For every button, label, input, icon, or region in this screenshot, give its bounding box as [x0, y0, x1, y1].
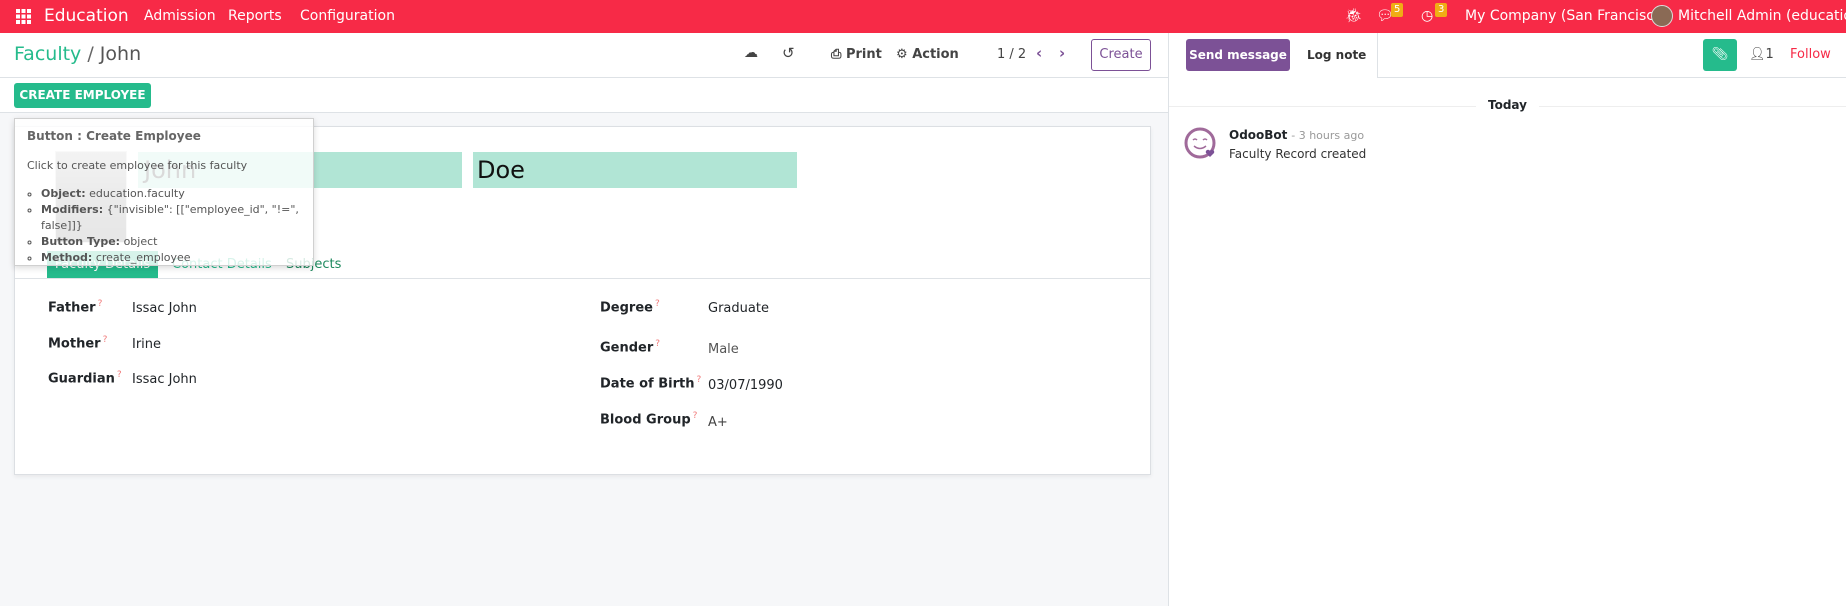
activities-clock-icon[interactable]: ◷	[1421, 0, 1433, 33]
help-icon: ?	[696, 375, 702, 385]
tooltip-item: Method: create_employee	[41, 250, 301, 266]
printer-icon: ⎙	[831, 47, 842, 62]
breadcrumb-faculty[interactable]: Faculty	[14, 43, 81, 65]
degree-label: Degree?	[600, 299, 660, 316]
followers-count: 1	[1765, 47, 1774, 62]
follow-button[interactable]: Follow	[1790, 47, 1831, 62]
followers-button[interactable]: 👤︎1	[1749, 47, 1774, 62]
save-cloud-icon[interactable]: ☁	[744, 45, 758, 61]
debug-bug-icon[interactable]: 🐞︎	[1345, 0, 1363, 33]
messages-badge: 5	[1391, 3, 1404, 17]
pager-next-icon[interactable]: ›	[1059, 44, 1065, 62]
menu-configuration[interactable]: Configuration	[300, 0, 395, 33]
apps-menu-icon[interactable]	[16, 9, 31, 24]
degree-value[interactable]: Graduate	[708, 301, 769, 316]
breadcrumb-current: John	[99, 43, 142, 65]
print-label: Print	[845, 47, 882, 62]
father-value[interactable]: Issac John	[132, 301, 197, 316]
activities-badge: 3	[1435, 3, 1448, 17]
menu-reports[interactable]: Reports	[228, 0, 282, 33]
father-label: Father?	[48, 299, 103, 316]
action-label: Action	[912, 47, 959, 62]
tab-divider	[15, 278, 1150, 279]
chatter: Send message Log note 📎︎ 👤︎1 Follow Toda…	[1168, 33, 1846, 606]
chatter-divider	[1377, 33, 1378, 77]
user-icon: 👤︎	[1749, 47, 1766, 62]
discard-undo-icon[interactable]: ↺	[782, 44, 795, 62]
help-icon: ?	[97, 299, 103, 309]
print-button[interactable]: ⎙ Print	[831, 47, 882, 62]
guardian-label: Guardian?	[48, 370, 122, 387]
message-body: Faculty Record created	[1229, 147, 1367, 161]
tooltip-item: Button Type: object	[41, 234, 301, 250]
breadcrumb-separator: /	[87, 43, 94, 65]
chatter-topbar-line	[1377, 77, 1846, 78]
pager-previous-icon[interactable]: ‹	[1036, 44, 1042, 62]
gender-value[interactable]: Male	[708, 342, 739, 357]
blood-group-label: Blood Group?	[600, 411, 698, 428]
app-title[interactable]: Education	[44, 0, 129, 33]
tooltip-item: Modifiers: {"invisible": [["employee_id"…	[41, 202, 301, 234]
user-avatar[interactable]	[1651, 5, 1673, 27]
help-icon: ?	[654, 299, 660, 309]
date-of-birth-value[interactable]: 03/07/1990	[708, 378, 783, 393]
user-menu[interactable]: Mitchell Admin (education)	[1678, 0, 1846, 33]
control-panel: Faculty / John ☁ ↺ ⎙ Print ⚙ Action 1 / …	[0, 33, 1168, 78]
menu-admission[interactable]: Admission	[144, 0, 216, 33]
help-icon: ?	[102, 335, 108, 345]
top-navbar: Education Admission Reports Configuratio…	[0, 0, 1846, 33]
message-time: - 3 hours ago	[1291, 129, 1365, 142]
help-icon: ?	[692, 411, 698, 421]
odoobot-avatar	[1184, 127, 1216, 159]
button-tooltip: Button : Create Employee Click to create…	[14, 118, 314, 266]
help-icon: ?	[655, 339, 661, 349]
form-statusbar: CREATE EMPLOYEE	[0, 78, 1168, 113]
help-icon: ?	[116, 370, 122, 380]
tooltip-description: Click to create employee for this facult…	[27, 159, 248, 172]
gear-icon: ⚙	[896, 47, 908, 62]
create-button[interactable]: Create	[1091, 39, 1151, 71]
blood-group-value[interactable]: A+	[708, 415, 728, 430]
message-author[interactable]: OdooBot	[1229, 128, 1287, 142]
log-note-button[interactable]: Log note	[1307, 48, 1366, 62]
mother-value[interactable]: Irine	[132, 337, 161, 352]
date-of-birth-label: Date of Birth?	[600, 375, 702, 392]
last-name-input[interactable]: Doe	[473, 152, 797, 188]
gender-label: Gender?	[600, 339, 661, 356]
tooltip-item: Object: education.faculty	[41, 186, 301, 202]
create-employee-button[interactable]: CREATE EMPLOYEE	[14, 83, 151, 108]
company-switcher[interactable]: My Company (San Francisco)	[1465, 0, 1668, 33]
message-header: OdooBot - 3 hours ago	[1229, 128, 1364, 142]
date-separator: Today	[1476, 98, 1539, 112]
attachment-paperclip-icon[interactable]: 📎︎	[1703, 39, 1737, 71]
send-message-button[interactable]: Send message	[1186, 39, 1290, 71]
action-button[interactable]: ⚙ Action	[896, 47, 959, 62]
pager-value[interactable]: 1 / 2	[997, 47, 1026, 62]
guardian-value[interactable]: Issac John	[132, 372, 197, 387]
breadcrumb: Faculty / John	[14, 43, 141, 65]
mother-label: Mother?	[48, 335, 108, 352]
tooltip-title: Button : Create Employee	[27, 129, 201, 143]
